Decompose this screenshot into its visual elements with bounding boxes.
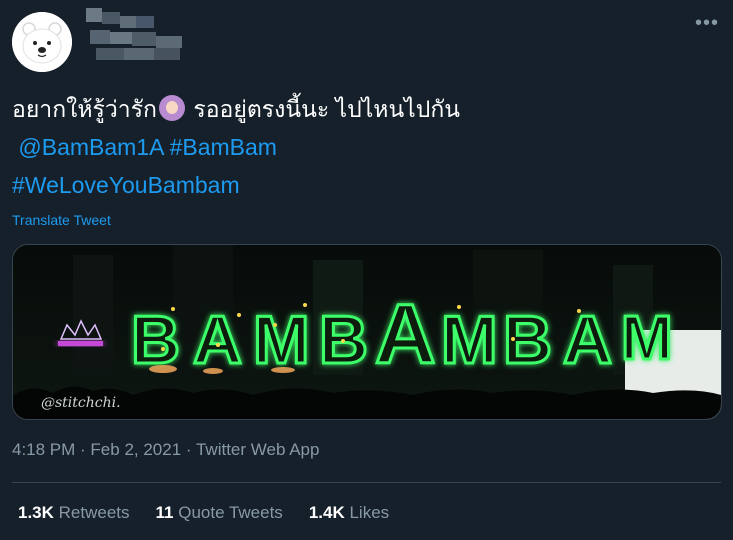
tweet-source[interactable]: Twitter Web App (196, 440, 319, 459)
retweets-stat[interactable]: 1.3K Retweets (18, 503, 130, 523)
neon-letter: A (193, 302, 242, 378)
quote-tweets-stat[interactable]: 11 Quote Tweets (156, 503, 283, 523)
neon-letter: A (375, 287, 436, 381)
bambam-neon-sign-photo: B A M B A M B A M @stitchchi. (13, 245, 721, 419)
tweet-text-line3: #WeLoveYouBambam (12, 166, 712, 204)
tweet-text: อยากให้รู้ว่ารัก รออยู่ตรงนี้นะ ไปไหนไปก… (12, 90, 712, 204)
divider (12, 482, 721, 483)
tweet-photo[interactable]: B A M B A M B A M @stitchchi. (12, 244, 722, 420)
translate-tweet-link[interactable]: Translate Tweet (12, 212, 111, 228)
tweet-stats: 1.3K Retweets 11 Quote Tweets 1.4K Likes (18, 503, 389, 523)
neon-letter: M (253, 302, 310, 378)
more-options-icon[interactable]: ••• (695, 12, 719, 35)
photo-watermark: @stitchchi. (41, 395, 121, 411)
meta-separator: · (75, 440, 91, 459)
blurred-username[interactable] (86, 8, 186, 64)
neon-letter: M (441, 302, 498, 378)
tweet-date[interactable]: Feb 2, 2021 (90, 440, 181, 459)
tweet-metadata: 4:18 PM · Feb 2, 2021 · Twitter Web App (12, 440, 319, 460)
neon-letter: B (503, 302, 552, 378)
tweet-text-line2: @BamBam1A #BamBam (12, 128, 712, 166)
hashtag-link-bambam[interactable]: #BamBam (170, 134, 277, 160)
avatar[interactable] (12, 12, 72, 72)
polar-bear-avatar-icon (12, 12, 72, 72)
neon-letter: A (563, 302, 612, 378)
likes-stat[interactable]: 1.4K Likes (309, 503, 389, 523)
meta-separator: · (181, 440, 196, 459)
tweet-text-line1: อยากให้รู้ว่ารัก รออยู่ตรงนี้นะ ไปไหนไปก… (12, 95, 460, 122)
mention-link[interactable]: @BamBam1A (18, 134, 163, 160)
woman-gesturing-ok-emoji-icon (159, 95, 185, 121)
neon-letter: M (621, 304, 673, 373)
hashtag-link-weloveyoubambam[interactable]: #WeLoveYouBambam (12, 172, 240, 198)
tweet-time[interactable]: 4:18 PM (12, 440, 75, 459)
